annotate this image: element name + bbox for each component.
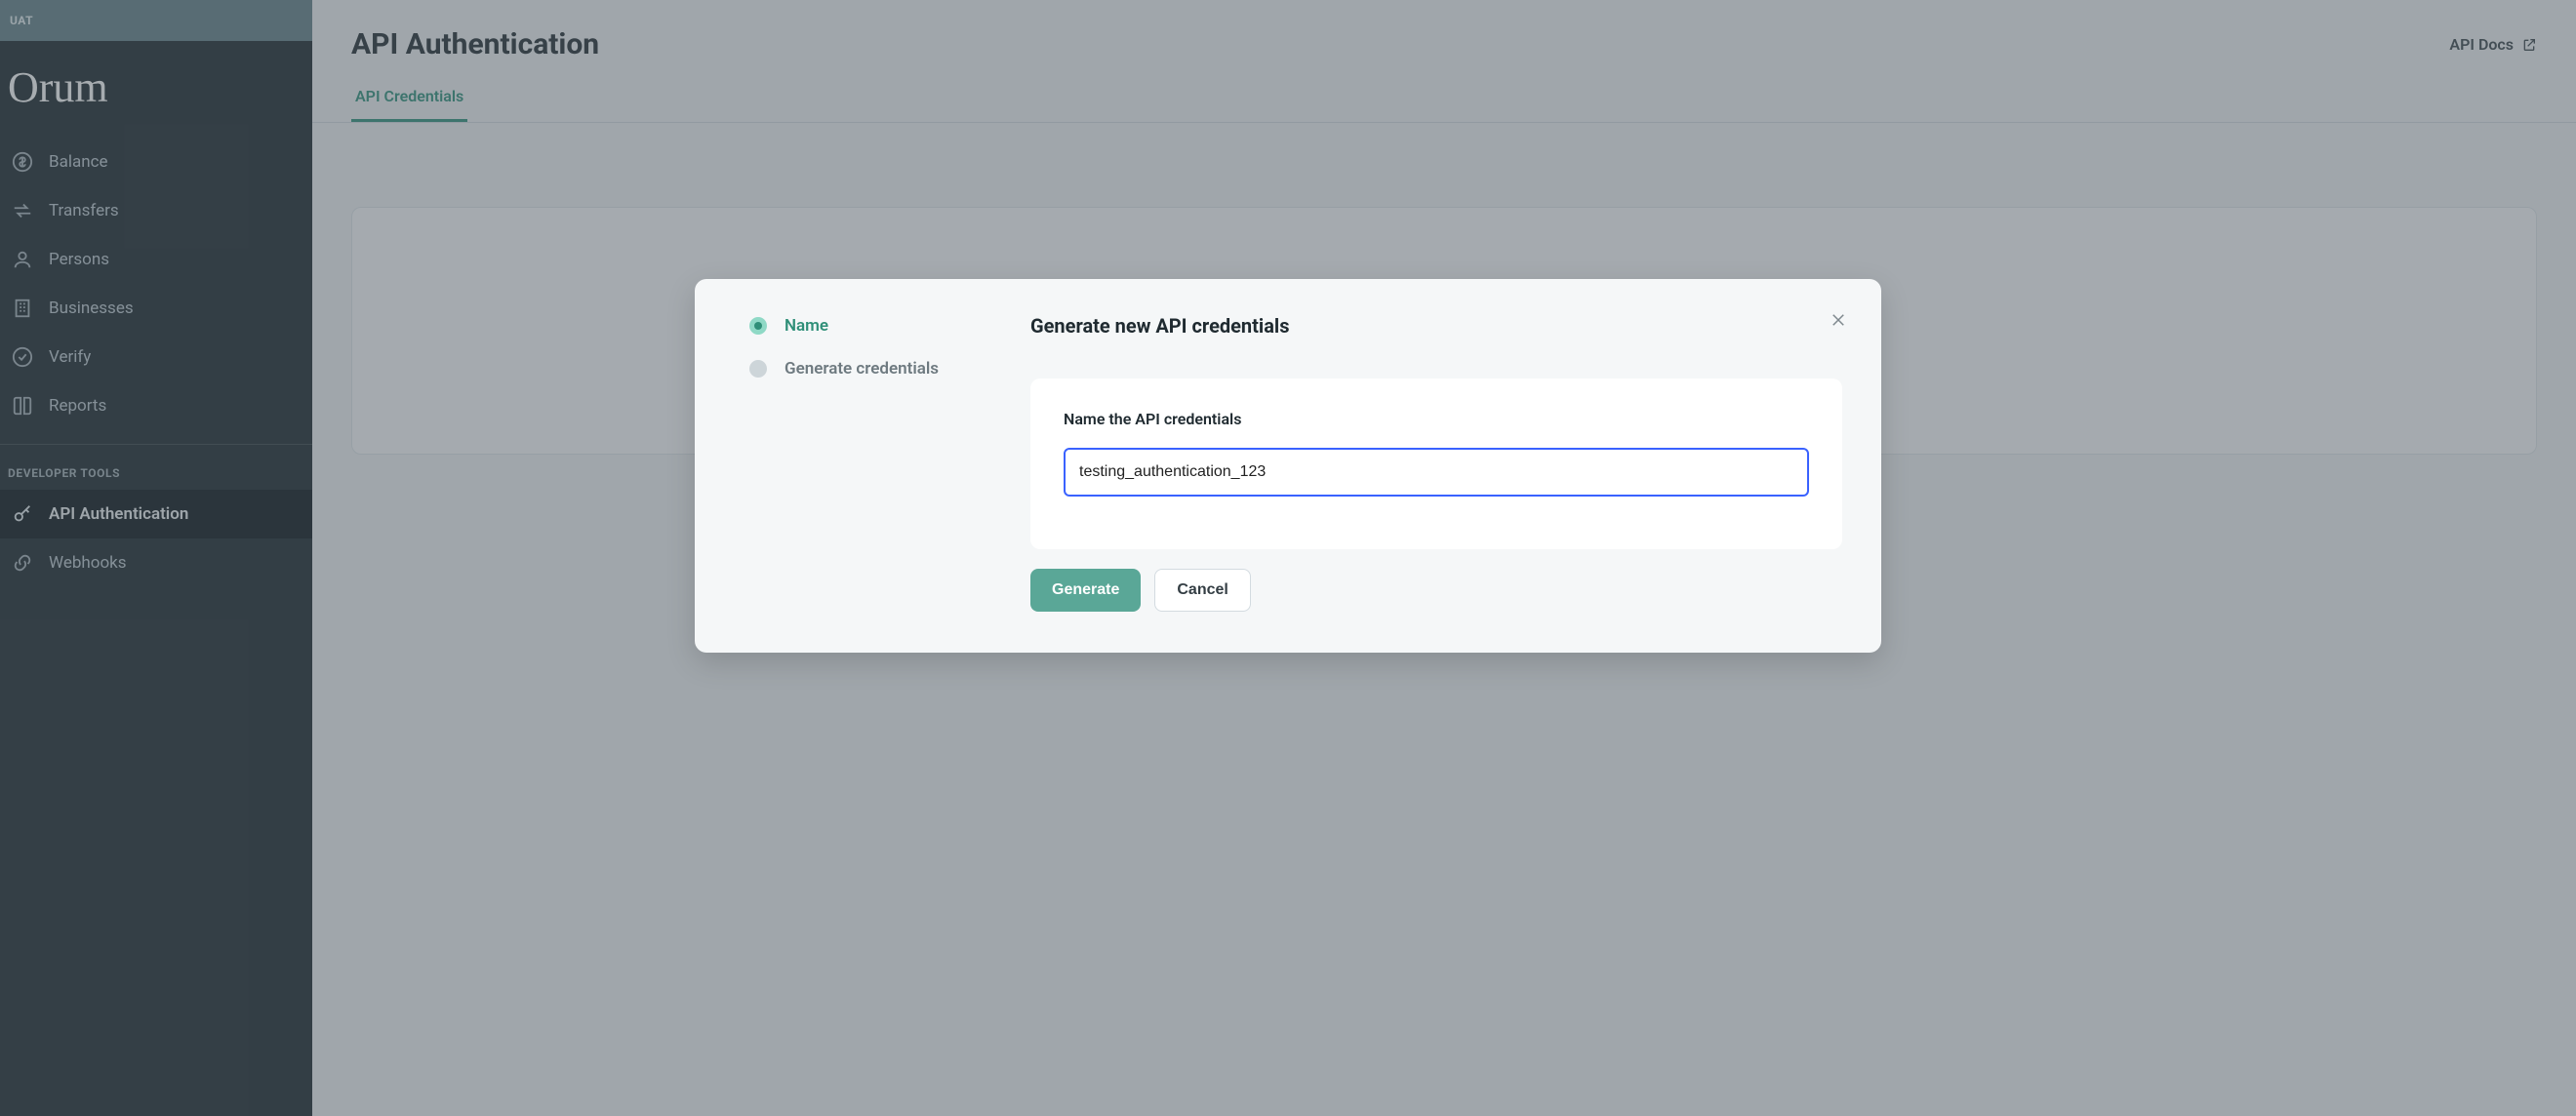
field-label-name: Name the API credentials [1064,410,1809,428]
modal-main: Generate new API credentials Name the AP… [1030,314,1842,612]
close-icon [1830,311,1847,329]
step-label: Generate credentials [785,359,939,379]
form-card: Name the API credentials [1030,379,1842,549]
step-dot-icon [749,360,767,378]
modal-stepper: Name Generate credentials [749,314,976,612]
modal-actions: Generate Cancel [1030,569,1842,612]
step-label: Name [785,316,828,336]
step-dot-icon [749,317,767,335]
modal-close-button[interactable] [1825,306,1852,334]
step-name[interactable]: Name [749,316,976,336]
generate-credentials-modal: Name Generate credentials Generate new A… [695,279,1881,653]
step-generate-credentials[interactable]: Generate credentials [749,359,976,379]
cancel-button[interactable]: Cancel [1154,569,1250,612]
credentials-name-input[interactable] [1064,448,1809,497]
generate-button[interactable]: Generate [1030,569,1141,612]
modal-overlay: Name Generate credentials Generate new A… [0,0,2576,1116]
modal-title: Generate new API credentials [1030,314,1842,338]
